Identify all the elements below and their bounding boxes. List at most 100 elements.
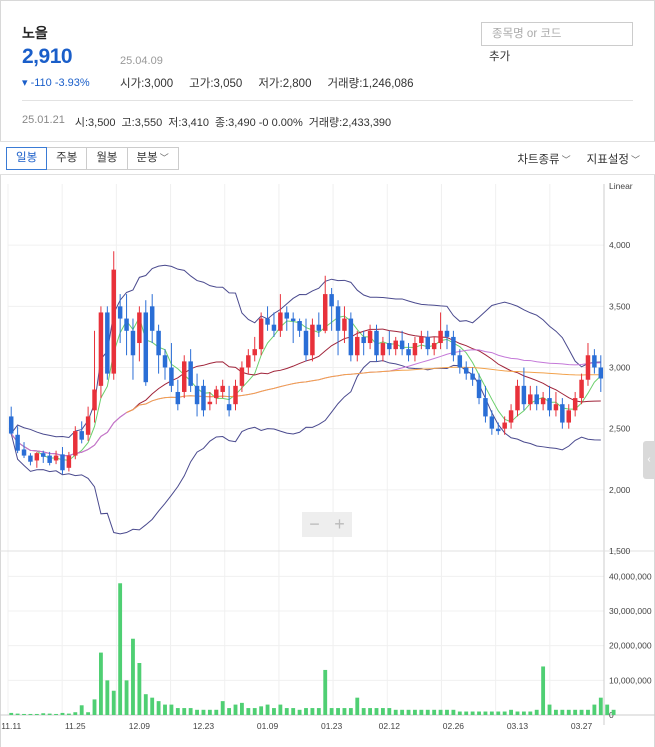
candle-body — [271, 324, 277, 331]
volume-bar — [118, 583, 123, 715]
tab-minute[interactable]: 분봉 ﹀ — [126, 147, 179, 170]
candle-body — [258, 318, 264, 350]
volume-bar — [445, 709, 449, 715]
candle-body — [598, 367, 604, 379]
x-tick-label: 11.11 — [1, 721, 21, 731]
tab-daily[interactable]: 일봉 — [6, 147, 48, 170]
candle-body — [181, 361, 187, 392]
volume-bar — [150, 697, 155, 715]
volume-bar — [483, 711, 488, 715]
candle-body — [79, 431, 84, 440]
candle-body — [117, 306, 123, 319]
chart-type-button[interactable]: 차트종류 ﹀ — [517, 151, 570, 167]
stat-open: 시가:3,000 — [120, 78, 174, 90]
volume-bar — [227, 708, 232, 715]
zoom-in-button[interactable]: + — [327, 512, 352, 537]
candle-body — [233, 385, 238, 405]
volume-bar — [92, 699, 97, 715]
volume-bar — [400, 709, 405, 715]
volume-bar — [156, 701, 161, 715]
candle-body — [226, 404, 232, 411]
chevron-down-icon: ﹀ — [630, 155, 640, 165]
volume-bar — [464, 711, 469, 715]
candle-body — [73, 431, 78, 456]
volume-bar — [131, 638, 135, 715]
price-chart[interactable]: Linear4,0003,5003,0002,5002,0001,500010,… — [0, 176, 655, 747]
candle-body — [540, 398, 546, 405]
candle-body — [560, 404, 565, 423]
price-tick-label: 3,500 — [609, 301, 631, 311]
candle-body — [572, 398, 578, 411]
candle-body — [579, 379, 584, 399]
volume-bars — [9, 583, 616, 715]
candle-body — [310, 324, 315, 356]
x-tick-label: 01.23 — [321, 721, 343, 731]
volume-bar — [541, 666, 546, 715]
candle-body — [130, 330, 136, 356]
volume-bar — [496, 711, 501, 715]
x-tick-label: 11.25 — [65, 721, 86, 731]
hover-quote: 25.01.21 시:3,500 고:3,550 저:3,410 종:3,490… — [22, 114, 391, 130]
candle-body — [53, 455, 59, 461]
candle-body — [214, 389, 219, 399]
tab-weekly[interactable]: 주봉 — [46, 147, 88, 170]
volume-bar — [323, 669, 328, 715]
candle-body — [566, 410, 571, 423]
volume-bar — [291, 708, 296, 715]
candle-body — [585, 355, 591, 380]
volume-bar — [573, 709, 578, 715]
indicator-settings-button[interactable]: 지표설정 ﹀ — [587, 151, 640, 167]
side-panel-toggle-icon[interactable]: ‹ — [643, 441, 655, 479]
volume-bar — [105, 680, 110, 715]
volume-bar — [521, 711, 526, 715]
volume-bar — [457, 711, 462, 715]
candle-body — [124, 318, 129, 331]
volume-bar — [278, 704, 283, 715]
tab-monthly[interactable]: 월봉 — [86, 147, 128, 170]
hover-high: 고:3,550 — [121, 117, 163, 129]
volume-bar — [534, 709, 539, 715]
volume-bar — [598, 697, 603, 715]
candle-body — [521, 385, 527, 405]
volume-bar — [592, 704, 597, 715]
x-tick-label: 01.09 — [257, 721, 279, 731]
volume-bar — [304, 708, 308, 715]
stat-volume: 거래량:1,246,086 — [327, 78, 414, 90]
candle-body — [149, 306, 155, 331]
candle-body — [252, 349, 257, 356]
volume-bar — [9, 712, 14, 715]
volume-bar — [413, 709, 417, 715]
volume-bar — [419, 709, 424, 715]
volume-bar — [137, 663, 142, 715]
candle-body — [393, 340, 398, 350]
volume-bar — [316, 708, 321, 715]
candle-body — [111, 269, 116, 374]
volume-bar — [182, 708, 187, 715]
x-tick-label: 02.26 — [443, 721, 465, 731]
candle-body — [162, 355, 168, 368]
volume-bar — [86, 712, 91, 715]
volume-bar — [489, 711, 494, 715]
candle-body — [457, 355, 463, 368]
volume-bar — [99, 652, 103, 715]
volume-bar — [438, 709, 443, 715]
candle-body — [239, 367, 245, 386]
stat-high: 고가:3,050 — [189, 78, 243, 90]
candle-body — [412, 343, 418, 356]
price-change: ▾ -110 -3.93% — [22, 77, 90, 89]
volume-bar — [169, 704, 174, 715]
candle-body — [98, 312, 104, 386]
volume-bar — [502, 711, 507, 715]
volume-bar — [214, 709, 219, 715]
add-button[interactable]: 추가 — [489, 48, 510, 64]
candle-body — [425, 336, 431, 350]
volume-bar — [259, 706, 264, 715]
zoom-out-button[interactable]: − — [302, 512, 327, 537]
volume-bar — [233, 704, 238, 715]
volume-bar — [560, 709, 565, 715]
candle-body — [419, 336, 424, 344]
stock-search-input[interactable] — [481, 22, 633, 46]
candle-body — [34, 453, 40, 461]
candle-body — [483, 398, 488, 417]
volume-bar — [355, 697, 360, 715]
